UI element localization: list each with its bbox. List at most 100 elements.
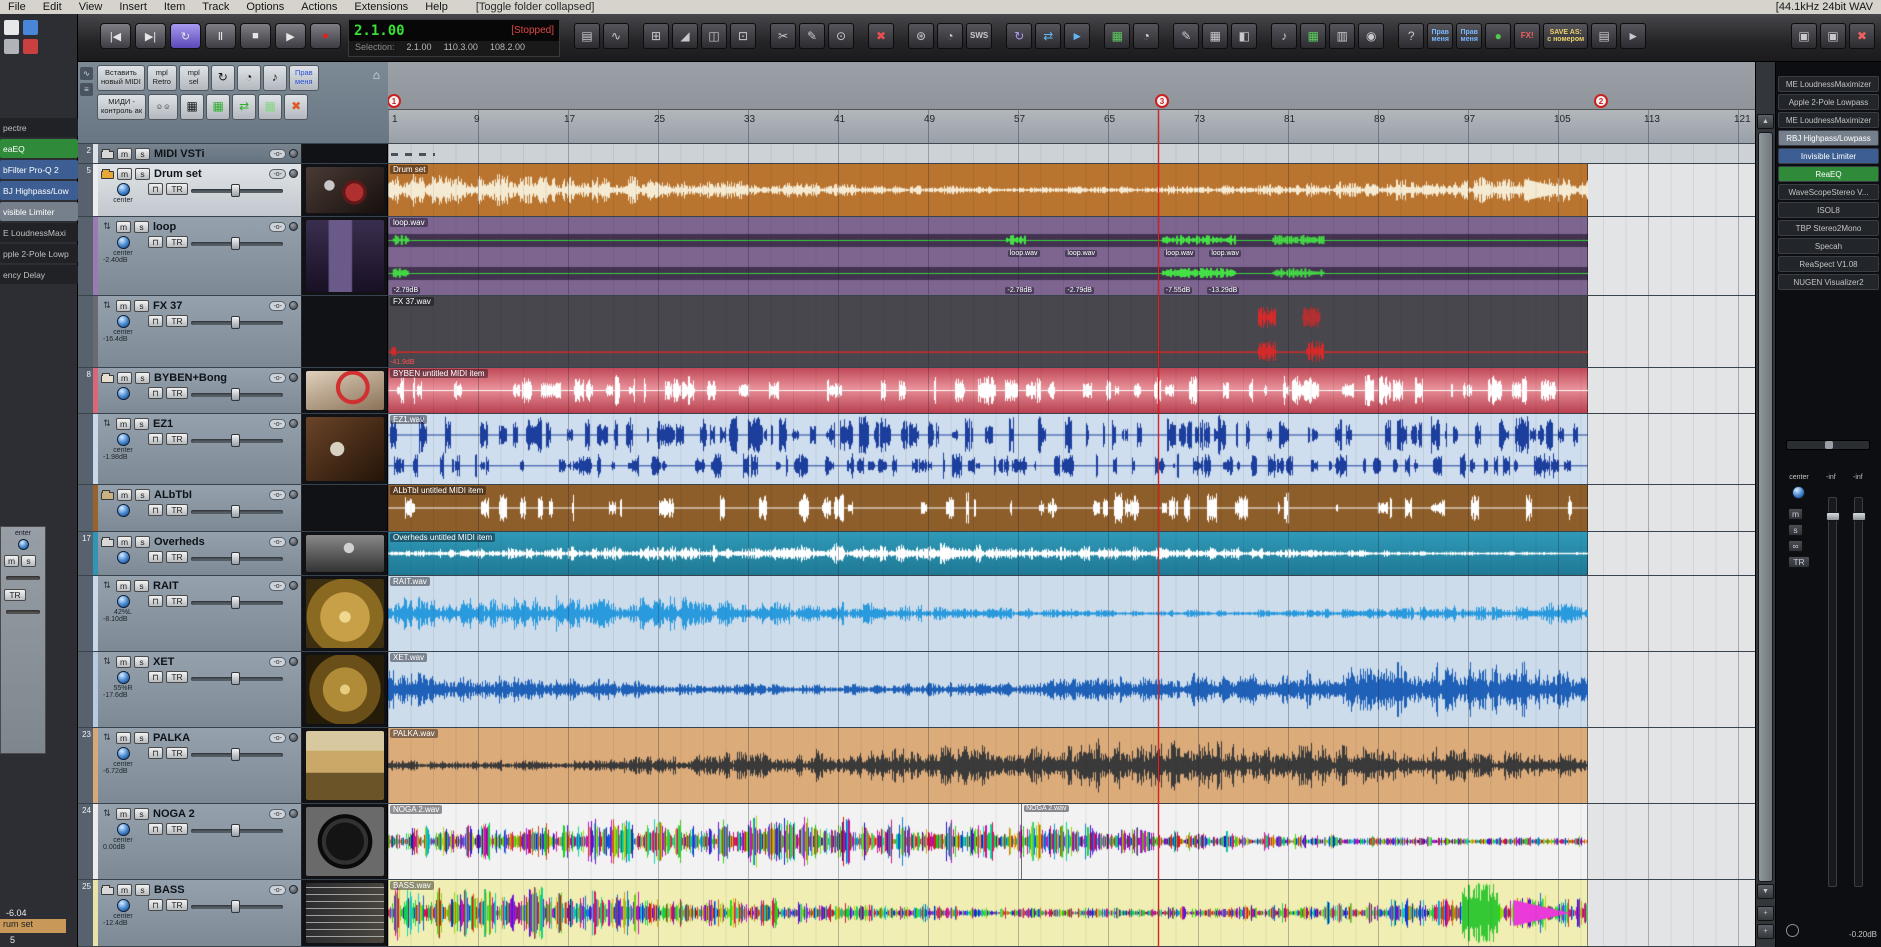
media-item-albtbi[interactable]: ALbTbI untitled MIDI item — [388, 485, 1588, 531]
menu-view[interactable]: View — [79, 1, 103, 14]
envelope-button[interactable]: ⊓ — [148, 387, 163, 399]
trim-tool-icon[interactable]: ◫ — [701, 23, 727, 49]
grid-a-icon[interactable]: ▦ — [180, 94, 205, 120]
envelope-button[interactable]: ⊓ — [148, 747, 163, 759]
volume-slider[interactable] — [191, 237, 283, 250]
lane-xet[interactable]: XET.wav — [388, 652, 1755, 727]
lane-albtbi[interactable]: ALbTbI untitled MIDI item — [388, 485, 1755, 531]
lane-loop[interactable]: loop.wav loop.wav loop.wav loop.wav loop.wav… — [388, 217, 1755, 295]
width-slider[interactable] — [1786, 440, 1870, 450]
grid-snap-icon[interactable]: ⊞ — [643, 23, 669, 49]
menu-file[interactable]: File — [8, 1, 26, 14]
tr-button[interactable]: TR — [166, 504, 188, 516]
media-item-byben-bong[interactable]: BYBEN untitled MIDI item — [388, 368, 1588, 413]
record-arm-button[interactable] — [289, 809, 298, 818]
track-row-ez1[interactable]: ⇅ m s EZ1 -o-center -1.98dB ⊓ TR EZ1.wav — [78, 414, 1755, 485]
volume-slider-handle[interactable] — [231, 316, 241, 329]
volume-slider[interactable] — [191, 388, 283, 401]
automation-mode-button[interactable]: -o- — [269, 884, 286, 895]
volume-slider-handle[interactable] — [231, 672, 241, 685]
solo-button[interactable]: s — [135, 167, 150, 180]
solo-button[interactable]: s — [21, 555, 36, 567]
tr-button[interactable]: TR — [166, 747, 188, 759]
mute-button[interactable]: m — [116, 299, 131, 312]
bg-fx-item-0-pectre[interactable]: pectre — [0, 118, 78, 137]
folder-icon[interactable] — [101, 149, 114, 159]
scroll-down-button[interactable]: ▼ — [1757, 884, 1774, 899]
clock-icon[interactable]: ◔ — [236, 65, 261, 91]
pan-knob[interactable] — [116, 551, 130, 564]
fx-item-2-me-loudnessmaximizer[interactable]: ME LoudnessMaximizer — [1778, 112, 1879, 128]
blue-icon[interactable] — [23, 20, 38, 35]
tr-button[interactable]: TR — [166, 387, 188, 399]
zoom-in-button[interactable]: + — [1757, 906, 1774, 921]
master-solo-button[interactable]: s — [1788, 524, 1803, 536]
mute-button[interactable]: m — [116, 807, 131, 820]
pan-knob[interactable] — [116, 595, 130, 608]
follow-icon[interactable]: ► — [1064, 23, 1091, 49]
automation-mode-button[interactable]: -o- — [269, 656, 286, 667]
envelope-button[interactable]: ⊓ — [148, 671, 163, 683]
volume-slider-handle[interactable] — [231, 824, 241, 837]
volume-slider[interactable] — [191, 672, 283, 685]
media-item-rait[interactable]: RAIT.wav — [388, 576, 1588, 651]
scrollbar-thumb[interactable] — [1758, 132, 1773, 882]
mute-button[interactable]: m — [117, 147, 132, 160]
pause-button[interactable]: Ⅱ — [205, 23, 236, 49]
volume-slider-handle[interactable] — [231, 505, 241, 518]
automation-mode-button[interactable]: -o- — [269, 300, 286, 311]
volume-slider[interactable] — [191, 824, 283, 837]
bg-fx-item-7-ency-delay[interactable]: ency Delay — [0, 265, 78, 284]
envelope-button[interactable]: ⊓ — [148, 595, 163, 607]
bg-fx-item-4-visible-limiter[interactable]: visible Limiter — [0, 202, 78, 221]
automation-mode-button[interactable]: -o- — [269, 732, 286, 743]
lane-drum-set[interactable]: Drum set — [388, 164, 1755, 216]
fx-item-1-apple-2-pole-lowpass[interactable]: Apple 2-Pole Lowpass — [1778, 94, 1879, 110]
tr-button[interactable]: TR — [166, 236, 188, 248]
menu-track[interactable]: Track — [202, 1, 229, 14]
solo-button[interactable]: s — [134, 731, 149, 744]
automation-mode-button[interactable]: -o- — [269, 489, 286, 500]
play-button[interactable]: ▶ — [275, 23, 306, 49]
mixer-view-icon[interactable]: ▥ — [1329, 23, 1356, 49]
track-list-icon[interactable]: ▤ — [1591, 23, 1618, 49]
automation-mode-button[interactable]: -o- — [269, 536, 286, 547]
pointer-icon[interactable]: ► — [1620, 23, 1647, 49]
mute-button[interactable]: m — [116, 579, 131, 592]
media-item-loop[interactable]: loop.wav loop.wav loop.wav loop.wav loop.wav… — [388, 217, 1588, 295]
marker-1[interactable]: 1 — [387, 94, 401, 108]
record-arm-button[interactable] — [289, 149, 298, 158]
track-row-drum-set[interactable]: 5 m s Drum set -o-center ⊓ TR Drum set — [78, 164, 1755, 217]
volume-slider-handle[interactable] — [231, 434, 241, 447]
volume-slider[interactable] — [191, 505, 283, 518]
mute-button[interactable]: m — [116, 220, 131, 233]
envelope-button[interactable]: ⊓ — [148, 183, 163, 195]
lane-overheds[interactable]: Overheds untitled MIDI item — [388, 532, 1755, 575]
folder-icon[interactable] — [101, 490, 114, 500]
envelope-button[interactable]: ⊓ — [148, 433, 163, 445]
pencil-tool-icon[interactable]: ✎ — [799, 23, 825, 49]
meter-icon[interactable]: ◔ — [937, 23, 963, 49]
green-sphere-icon[interactable]: ● — [1485, 23, 1512, 49]
note-icon[interactable]: ♪ — [262, 65, 287, 91]
phase-button[interactable] — [1786, 924, 1799, 937]
menu-actions[interactable]: Actions — [301, 1, 337, 14]
volume-slider-handle[interactable] — [231, 237, 241, 250]
pan-knob[interactable] — [116, 387, 130, 400]
go-to-start-button[interactable]: |◀ — [100, 23, 131, 49]
master-mute-button[interactable]: m — [1788, 508, 1803, 520]
envelope-button[interactable]: ⊓ — [148, 823, 163, 835]
snap-grid-icon[interactable]: ▦ — [1202, 23, 1229, 49]
fade-tool-icon[interactable]: ◢ — [672, 23, 698, 49]
mute-button[interactable]: m — [116, 655, 131, 668]
arrows-green-icon[interactable]: ⇄ — [232, 94, 257, 120]
zoom-tool-icon[interactable]: ⊙ — [828, 23, 854, 49]
template-sel-button[interactable]: mpl sel — [178, 65, 209, 91]
envelope-button[interactable]: ⊓ — [148, 899, 163, 911]
track-row-fx-37[interactable]: ⇅ m s FX 37 -o-center -16.4dB ⊓ TR FX 37.wav -41.… — [78, 296, 1755, 368]
envelope-icon[interactable]: ∿ — [80, 67, 93, 80]
menu-help[interactable]: Help — [425, 1, 448, 14]
tr-button[interactable]: TR — [166, 899, 188, 911]
lane-byben-bong[interactable]: BYBEN untitled MIDI item — [388, 368, 1755, 413]
track-row-overheds[interactable]: 17 m s Overheds -o- ⊓ TR Overheds untitled MIDI… — [78, 532, 1755, 576]
